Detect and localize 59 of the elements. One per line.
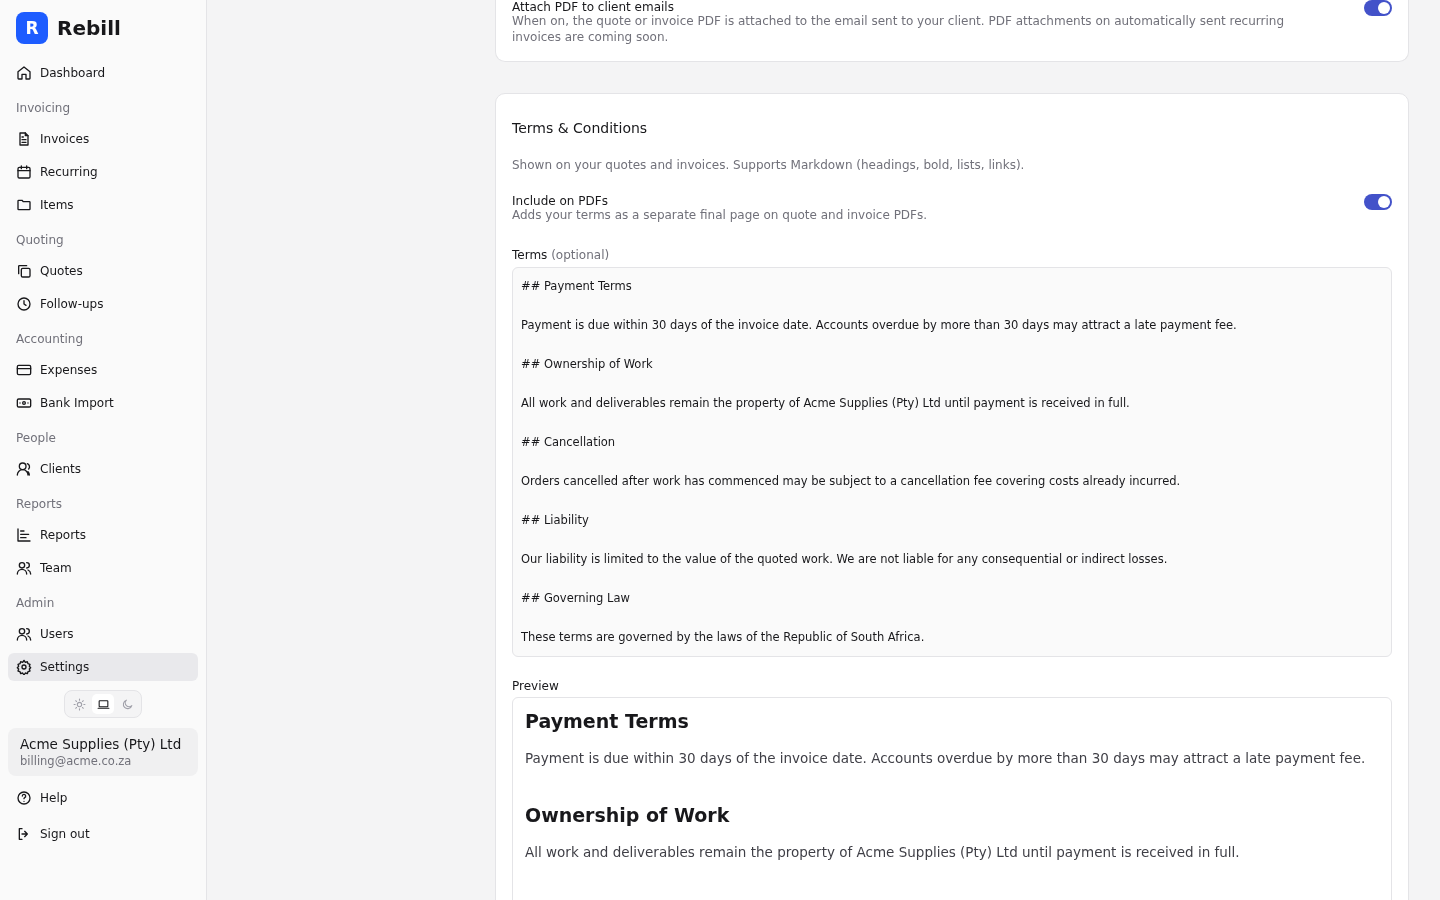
nav-item[interactable]: Help (8, 784, 198, 812)
account-card[interactable]: Acme Supplies (Pty) Ltd billing@acme.co.za (8, 728, 198, 776)
setting-label: Include on PDFs (512, 194, 609, 209)
document-icon (16, 131, 32, 147)
nav-item[interactable]: Team (8, 554, 198, 582)
nav-item[interactable]: Reports (8, 521, 198, 549)
laptop-icon (96, 697, 110, 711)
copy-icon (16, 263, 32, 279)
folder-icon (16, 197, 32, 213)
nav-item[interactable]: Recurring (8, 158, 198, 186)
app-name: Rebill (57, 16, 121, 40)
nav-section-heading: Invoicing (15, 101, 72, 115)
toggle-switch[interactable] (1364, 194, 1392, 211)
clock-icon (16, 296, 32, 312)
toggle-switch[interactable] (1364, 0, 1392, 16)
nav-item[interactable]: Clients (8, 455, 198, 483)
nav-section-heading: Reports (15, 497, 64, 511)
sun-icon (72, 697, 86, 711)
preview-paragraph: All work and deliverables remain the property of Acme Supplies (Pty) Ltd until payment is received in full. (525, 844, 1241, 861)
nav-item[interactable]: Expenses (8, 356, 198, 384)
nav-item[interactable]: Invoices (8, 125, 198, 153)
nav-section-heading: Accounting (15, 332, 84, 346)
card-icon (16, 362, 32, 378)
theme-button[interactable] (92, 694, 114, 714)
preview-heading: Payment Terms (525, 710, 690, 733)
account-name: Acme Supplies (Pty) Ltd (20, 736, 183, 752)
home-icon (16, 65, 32, 81)
nav-item[interactable]: Bank Import (8, 389, 198, 417)
nav-item[interactable]: Dashboard (8, 59, 198, 87)
nav-section-heading: Admin (15, 596, 56, 610)
nav-item[interactable]: Quotes (8, 257, 198, 285)
calendar-icon (16, 164, 32, 180)
nav-item[interactable]: Settings (8, 653, 198, 681)
users-icon (16, 560, 32, 576)
nav-item[interactable]: Items (8, 191, 198, 219)
gear-icon (16, 659, 32, 675)
account-email: billing@acme.co.za (20, 754, 133, 768)
setting-label: Attach PDF to client emails (512, 0, 675, 14)
card-description: Shown on your quotes and invoices. Supports Markdown (headings, bold, lists, links). (512, 158, 1026, 173)
chart-icon (16, 527, 32, 543)
logo: R (16, 12, 48, 44)
nav-item[interactable]: Sign out (8, 820, 198, 848)
help-icon (16, 790, 32, 806)
users-icon (16, 626, 32, 642)
preview-paragraph: Payment is due within 30 days of the invoice date. Accounts overdue by more than 30 days may attract a late payment fee. (525, 750, 1367, 767)
moon-icon (120, 697, 134, 711)
nav-section-heading: People (15, 431, 57, 445)
card-title: Terms & Conditions (512, 120, 649, 137)
setting-description: Adds your terms as a separate final page on quote and invoice PDFs. (512, 208, 929, 224)
terms-field[interactable]: ## Payment Terms Payment is due within 30 days of the invoice date. Accounts overdue by more than 30 days may attract a late payment fee. ## Ownership of Work All work and deliverables remain the property of Acme Supplies (Pty) Ltd until payment is received in full. ## Cancellation Orders cancelled after work has commenced may be subject to a cancellation fee covering costs already incurred. ## Liability Our liability is limited to the value of the quoted work. We are not liable for any consequential or indirect losses. ## Governing Law These terms are governed by the laws of the Republic of South Africa. (512, 266, 1392, 658)
nav-item[interactable]: Follow-ups (8, 290, 198, 318)
banknote-icon (16, 395, 32, 411)
field-label: Terms (optional) (512, 247, 611, 262)
preview-heading: Ownership of Work (525, 804, 731, 827)
nav-item[interactable]: Users (8, 620, 198, 648)
setting-description: When on, the quote or invoice PDF is attached to the email sent to your client. PDF attachments on automatically sent recurring invoices are coming soon. (512, 14, 1285, 46)
user-icon (16, 461, 32, 477)
nav-section-heading: Quoting (15, 233, 65, 247)
preview-label: Preview (512, 679, 560, 694)
